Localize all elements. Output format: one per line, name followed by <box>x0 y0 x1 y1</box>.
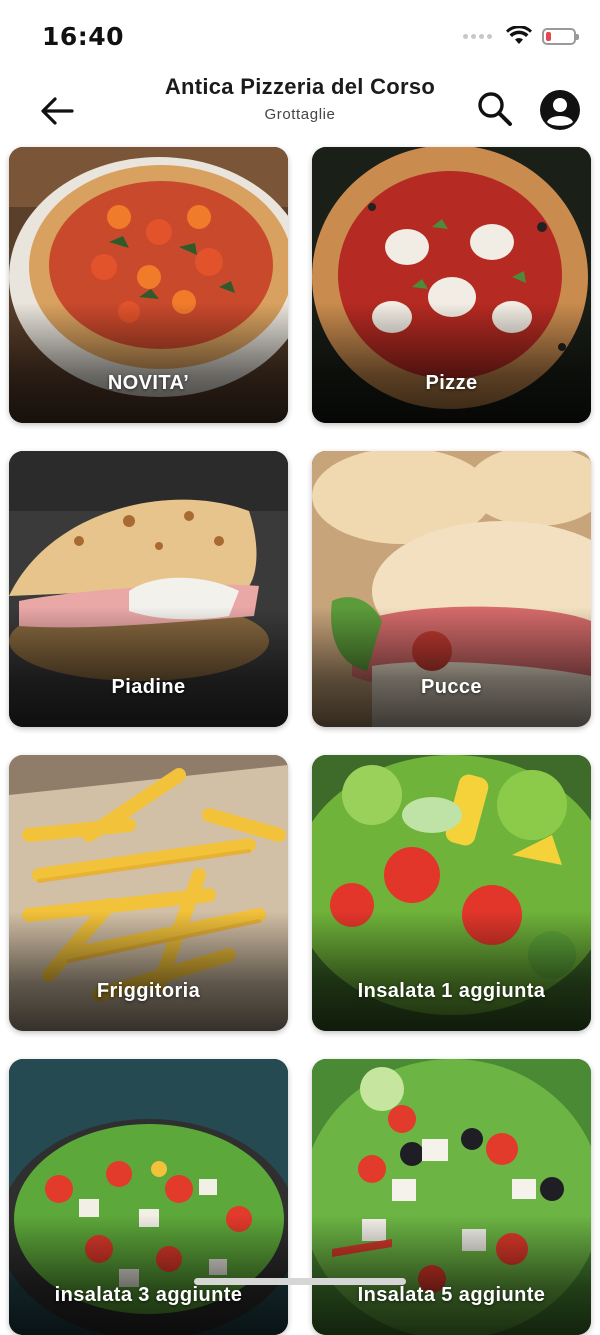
category-label: Insalata 1 aggiunta <box>357 980 546 1002</box>
battery-icon <box>542 27 579 45</box>
category-card-insalata-1[interactable]: Insalata 1 aggiunta <box>312 755 591 1031</box>
back-button[interactable] <box>36 90 78 132</box>
category-label: Pizze <box>425 372 478 394</box>
category-label: Insalata 5 aggiunte <box>357 1284 546 1306</box>
category-label: Piadine <box>111 676 186 698</box>
search-button[interactable] <box>474 88 516 130</box>
category-label: NOVITA’ <box>107 372 190 394</box>
category-label: insalata 3 aggiunte <box>54 1284 243 1306</box>
app-header: Antica Pizzeria del Corso Grottaglie <box>0 70 600 148</box>
arrow-left-icon <box>41 97 74 125</box>
header-title-block: Antica Pizzeria del Corso Grottaglie <box>100 74 500 123</box>
category-card-piadine[interactable]: Piadine <box>9 451 288 727</box>
category-card-pucce[interactable]: Pucce <box>312 451 591 727</box>
wifi-icon <box>506 26 532 44</box>
category-card-insalata-5[interactable]: Insalata 5 aggiunte <box>312 1059 591 1335</box>
category-card-friggitoria[interactable]: Friggitoria <box>9 755 288 1031</box>
category-label: Pucce <box>421 676 482 698</box>
search-icon <box>478 92 512 126</box>
status-bar: 16:40 <box>0 0 600 72</box>
category-grid: NOVITA’ Pizze Piadine Pucce Friggitoria … <box>9 147 591 1335</box>
account-circle-icon <box>540 90 580 130</box>
status-time: 16:40 <box>42 22 125 51</box>
category-label: Friggitoria <box>96 980 201 1002</box>
account-button[interactable] <box>540 90 580 130</box>
category-card-insalata-3[interactable]: insalata 3 aggiunte <box>9 1059 288 1335</box>
category-card-pizze[interactable]: Pizze <box>312 147 591 423</box>
restaurant-city: Grottaglie <box>264 106 336 123</box>
home-indicator[interactable] <box>194 1278 406 1285</box>
category-card-novita[interactable]: NOVITA’ <box>9 147 288 423</box>
restaurant-title: Antica Pizzeria del Corso <box>164 74 436 99</box>
status-icons <box>463 26 579 46</box>
signal-icon <box>463 33 492 39</box>
